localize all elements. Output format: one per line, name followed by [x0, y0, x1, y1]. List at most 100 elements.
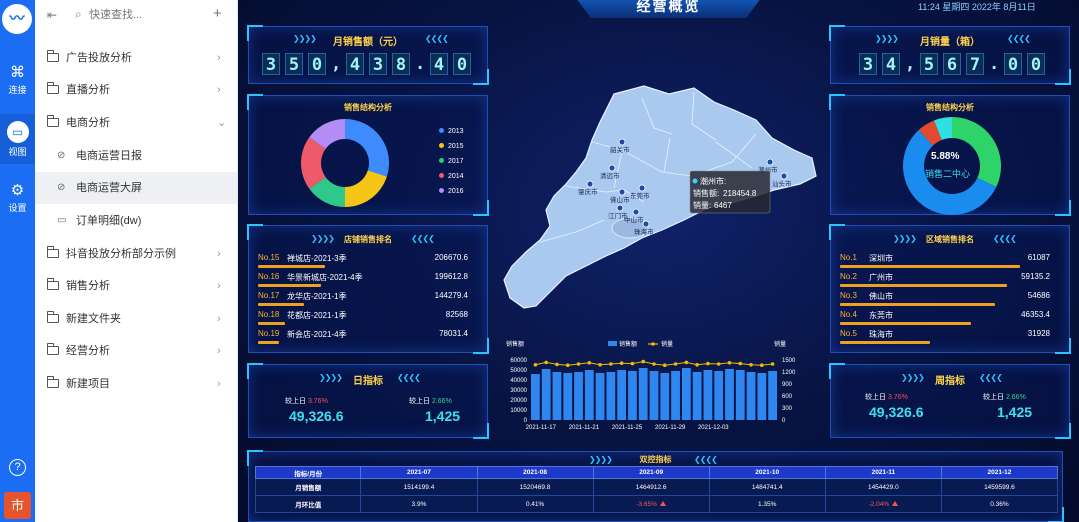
sidebar-item-10[interactable]: 新建项目 › [35, 368, 237, 400]
line-point[interactable] [533, 363, 538, 367]
add-icon[interactable]: + [213, 5, 222, 22]
bar[interactable] [692, 372, 702, 420]
donut-slice-0[interactable] [345, 119, 389, 177]
collapse-sidebar-icon[interactable]: ⇤ [47, 8, 57, 22]
sidebar-item-0[interactable]: 广告投放分析 › [35, 42, 237, 74]
avatar[interactable]: 市 [4, 492, 31, 519]
table-row[interactable]: 月环比值 3.9% 0.41% -3.65% 1.35% -2.04% 0.36% [254, 495, 1059, 513]
sidebar-item-6[interactable]: 抖音投放分析部分示例 › [35, 238, 237, 270]
bar[interactable] [584, 370, 594, 420]
line-point[interactable] [630, 361, 635, 366]
legend-item[interactable]: 2015 [439, 143, 464, 150]
line-point[interactable] [738, 361, 743, 366]
digit-tile: 4 [882, 53, 900, 75]
bar[interactable] [681, 368, 691, 420]
line-point[interactable] [716, 362, 721, 366]
sidebar-item-8[interactable]: 新建文件夹 › [35, 303, 237, 335]
line-point[interactable] [619, 361, 624, 365]
rail-connect[interactable]: ⌘ 连接 [0, 64, 35, 96]
line-point[interactable] [770, 362, 775, 366]
rank-row[interactable]: No.2 广州市 59135.2 [840, 272, 1050, 287]
bar[interactable] [649, 371, 659, 420]
bar[interactable] [725, 369, 734, 420]
bar[interactable] [552, 372, 562, 420]
x-tick-label: 2021-11-17 [526, 425, 557, 431]
map-pin-icon [642, 220, 650, 228]
help-icon[interactable]: ? [9, 459, 26, 476]
arrow-deco-icon: ❮❮❮❮ [979, 373, 1003, 382]
line-point[interactable] [652, 362, 656, 366]
table-cell: 1520469.8 [519, 483, 551, 491]
legend-item[interactable]: 2014 [439, 173, 464, 180]
bar[interactable] [595, 373, 605, 420]
app-logo-icon[interactable]: 〰 [2, 4, 32, 34]
folder-icon [47, 278, 59, 290]
rail-view[interactable]: ▭ 视图 [0, 121, 35, 158]
guangdong-map[interactable]: 韶关市潮州市清远市汕头市肇庆市佛山市东莞市江门市中山市珠海市 潮州市: 销售额:… [494, 80, 824, 320]
line-point[interactable] [544, 360, 548, 365]
bar[interactable] [606, 372, 616, 420]
legend-item[interactable]: 2013 [439, 128, 464, 135]
sidebar-item-9[interactable]: 经营分析 › [35, 335, 237, 367]
rank-row[interactable]: No.1 深圳市 61087 [840, 253, 1050, 268]
bar[interactable] [574, 372, 583, 420]
rank-row[interactable]: No.5 珠海市 31928 [840, 329, 1050, 344]
rank-row[interactable]: No.3 佛山市 54686 [840, 291, 1050, 306]
bar[interactable] [531, 374, 540, 420]
line-point[interactable] [662, 363, 667, 367]
sidebar-item-3[interactable]: ⊘ 电商运营日报 [35, 140, 237, 172]
sales-structure-donut [301, 119, 389, 207]
line-point[interactable] [706, 361, 710, 366]
sidebar-item-7[interactable]: 销售分析 › [35, 270, 237, 302]
sidebar-item-label: 订单明细(dw) [76, 215, 142, 227]
line-point[interactable] [565, 363, 570, 367]
rank-row[interactable]: No.16 华景新城店-2021-4季 199612.8 [258, 272, 468, 287]
bar[interactable] [703, 370, 713, 420]
folder-icon [47, 343, 59, 355]
line-point[interactable] [555, 362, 559, 367]
sidebar-item-2[interactable]: 电商分析 ⌄ [35, 107, 237, 139]
folder-icon [47, 82, 59, 94]
bar[interactable] [660, 373, 670, 420]
bar[interactable] [628, 371, 637, 420]
bar[interactable] [714, 371, 724, 420]
rank-row[interactable]: No.18 花都店-2021-1季 82568 [258, 310, 468, 325]
legend-item[interactable]: 2017 [439, 158, 464, 165]
line-point[interactable] [576, 362, 581, 366]
rank-row[interactable]: No.4 东莞市 46353.4 [840, 310, 1050, 325]
line-point[interactable] [598, 363, 602, 367]
line-point[interactable] [727, 361, 732, 365]
daily-value-2: 1,425 [425, 408, 461, 424]
monthly-sales-panel: ❯❯❯❯ 月销售额（元） ❮❮❮❮ 350,438.40 [247, 25, 489, 85]
table-row[interactable]: 月销售额 1514199.4 1520469.8 1464912.6 1484741.4… [254, 478, 1059, 496]
rank-value: 78031.4 [439, 329, 468, 338]
rank-row[interactable]: No.19 新会店-2021-4季 78031.4 [258, 329, 468, 344]
sidebar-item-5[interactable]: ▭ 订单明细(dw) [35, 205, 237, 237]
bar[interactable] [638, 368, 648, 420]
bar[interactable] [563, 373, 573, 420]
line-point[interactable] [587, 361, 592, 365]
bar[interactable] [735, 370, 745, 420]
donut-slice-1[interactable] [345, 170, 387, 207]
rank-row[interactable]: No.17 龙华店-2021-1季 144279.4 [258, 291, 468, 306]
sidebar-item-1[interactable]: 直播分析 › [35, 74, 237, 106]
bar[interactable] [768, 371, 777, 420]
bar[interactable] [541, 369, 551, 420]
sidebar-item-4[interactable]: ⊘ 电商运营大屏 [35, 172, 237, 204]
line-point[interactable] [673, 362, 678, 366]
line-point[interactable] [684, 360, 689, 365]
line-point[interactable] [695, 363, 699, 367]
bar[interactable] [671, 371, 680, 420]
bar[interactable] [757, 373, 767, 420]
rank-row[interactable]: No.15 禅城店-2021-3季 206670.6 [258, 253, 468, 268]
search-input[interactable] [89, 6, 199, 24]
rail-settings[interactable]: ⚙ 设置 [0, 182, 35, 214]
line-point[interactable] [609, 362, 613, 366]
line-point[interactable] [641, 359, 646, 364]
line-point[interactable] [749, 363, 753, 367]
legend-item[interactable]: 2016 [439, 188, 464, 195]
bar[interactable] [746, 372, 756, 420]
rank-no: No.19 [258, 329, 280, 338]
line-point[interactable] [760, 363, 764, 367]
bar[interactable] [617, 370, 627, 420]
